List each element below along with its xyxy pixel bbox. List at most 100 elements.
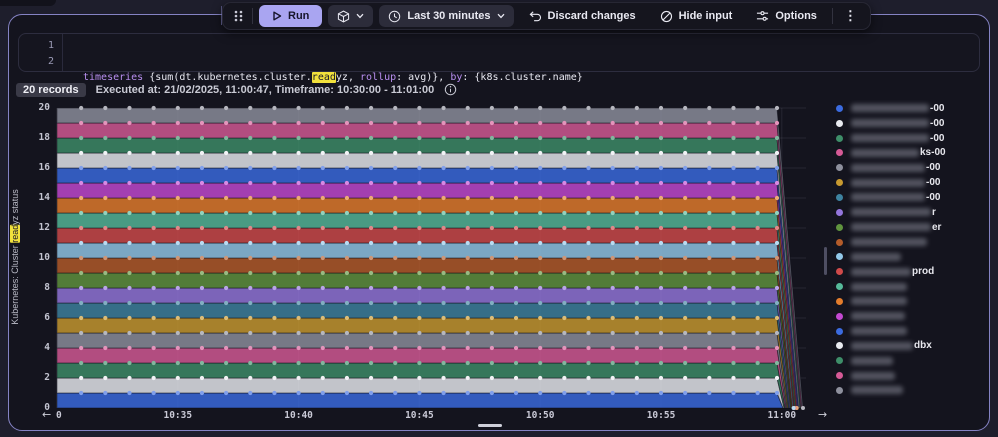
- legend-label-redacted: [851, 134, 929, 143]
- legend-item[interactable]: [836, 279, 988, 294]
- discard-changes-label: Discard changes: [547, 10, 636, 22]
- legend-item[interactable]: [836, 324, 988, 339]
- legend-item[interactable]: [836, 383, 988, 398]
- x-tick: 10:55: [646, 410, 676, 421]
- dql-query-editor[interactable]: 12 timeseries {sum(dt.kubernetes.cluster…: [18, 33, 980, 83]
- legend-item[interactable]: -00: [836, 101, 988, 116]
- y-tick: 14: [38, 192, 50, 203]
- legend-label-suffix: er: [932, 221, 942, 233]
- legend-label-redacted: [851, 163, 925, 172]
- drag-handle-icon[interactable]: [231, 9, 246, 23]
- y-tick: 6: [44, 312, 50, 323]
- info-icon[interactable]: [444, 83, 457, 96]
- toolbar-left-indicator: [221, 6, 222, 25]
- legend-color-dot: [836, 208, 843, 216]
- hide-input-label: Hide input: [678, 10, 733, 22]
- legend-color-dot: [836, 357, 843, 365]
- play-icon: [272, 11, 282, 21]
- chevron-down-icon: [497, 13, 505, 19]
- options-label: Options: [775, 10, 817, 22]
- legend-item[interactable]: [836, 309, 988, 324]
- legend-item[interactable]: dbx: [836, 339, 988, 354]
- slash-circle-icon: [660, 10, 673, 23]
- timeframe-label: Last 30 minutes: [407, 10, 491, 22]
- legend-item[interactable]: -00: [836, 175, 988, 190]
- undo-icon: [529, 10, 542, 22]
- execution-info-text: Executed at: 21/02/2025, 11:00:47, Timef…: [95, 83, 435, 96]
- legend-color-dot: [836, 312, 843, 320]
- clock-icon: [388, 10, 401, 23]
- y-tick: 16: [38, 162, 50, 173]
- run-label: Run: [288, 10, 310, 22]
- legend-color-dot: [836, 149, 843, 157]
- legend-item[interactable]: er: [836, 220, 988, 235]
- legend-label-redacted: [851, 148, 919, 157]
- partial-panel-above: [0, 0, 56, 6]
- legend-label-suffix: prod: [912, 266, 935, 278]
- legend-label-redacted: [851, 371, 895, 380]
- legend-color-dot: [836, 179, 843, 187]
- legend-label-suffix: -00: [926, 177, 941, 189]
- legend-label-redacted: [851, 252, 901, 261]
- legend-color-dot: [836, 327, 843, 335]
- y-tick: 8: [44, 282, 50, 293]
- legend-label-redacted: [851, 104, 929, 113]
- stacked-area-chart[interactable]: [0, 100, 832, 416]
- legend-item[interactable]: [836, 249, 988, 264]
- legend-label-redacted: [851, 341, 913, 350]
- legend-item[interactable]: [836, 235, 988, 250]
- visualization-dropdown[interactable]: [328, 5, 374, 27]
- legend-label-redacted: [851, 193, 925, 202]
- legend-item[interactable]: r: [836, 205, 988, 220]
- legend-color-dot: [836, 297, 843, 305]
- legend-item[interactable]: [836, 368, 988, 383]
- legend-item[interactable]: ks-00: [836, 146, 988, 161]
- discard-changes-button[interactable]: Discard changes: [520, 5, 645, 27]
- legend-label-suffix: -00: [930, 117, 945, 129]
- legend-item[interactable]: [836, 294, 988, 309]
- legend-label-suffix: -00: [930, 132, 945, 144]
- line-number-gutter: 12: [19, 34, 63, 71]
- legend-label-redacted: [851, 282, 907, 291]
- options-button[interactable]: Options: [747, 5, 826, 27]
- toolbar-separator: [831, 8, 833, 24]
- legend-item[interactable]: [836, 353, 988, 368]
- legend-label-redacted: [851, 208, 931, 217]
- legend-color-dot: [836, 238, 843, 246]
- legend-color-dot: [836, 342, 843, 350]
- legend-color-dot: [836, 283, 843, 291]
- scroll-right-icon[interactable]: →: [818, 408, 827, 421]
- legend-label-redacted: [851, 178, 925, 187]
- legend-color-dot: [836, 223, 843, 231]
- sliders-icon: [756, 10, 769, 22]
- legend-color-dot: [836, 164, 843, 172]
- x-tick: 10:35: [163, 410, 193, 421]
- hide-input-button[interactable]: Hide input: [651, 5, 742, 27]
- cube-icon: [337, 10, 350, 23]
- horizontal-scrollbar-thumb[interactable]: [478, 424, 502, 427]
- legend-label-redacted: [851, 297, 907, 306]
- query-code[interactable]: timeseries {sum(dt.kubernetes.cluster.re…: [71, 34, 979, 83]
- legend-scrollbar-thumb[interactable]: [824, 247, 827, 275]
- legend-item[interactable]: -00: [836, 160, 988, 175]
- scroll-left-icon[interactable]: ←: [42, 408, 51, 421]
- records-count-badge: 20 records: [16, 82, 86, 97]
- run-button[interactable]: Run: [259, 5, 323, 27]
- x-tick: 10:40: [284, 410, 313, 421]
- legend-color-dot: [836, 119, 843, 127]
- legend-label-suffix: -00: [930, 102, 945, 114]
- chevron-down-icon: [356, 13, 364, 19]
- legend-item[interactable]: prod: [836, 264, 988, 279]
- legend-label-suffix: r: [932, 206, 936, 218]
- legend-item[interactable]: -00: [836, 190, 988, 205]
- legend-label-redacted: [851, 119, 929, 128]
- legend-item[interactable]: -00: [836, 116, 988, 131]
- toolbar-separator: [252, 8, 253, 24]
- legend-color-dot: [836, 372, 843, 380]
- legend-item[interactable]: -00: [836, 131, 988, 146]
- clipped-left-tick: 0: [56, 410, 62, 421]
- legend-label-redacted: [851, 267, 911, 276]
- more-menu-button[interactable]: ⋮: [839, 8, 862, 24]
- timeframe-selector[interactable]: Last 30 minutes: [379, 5, 514, 27]
- legend-color-dot: [836, 134, 843, 142]
